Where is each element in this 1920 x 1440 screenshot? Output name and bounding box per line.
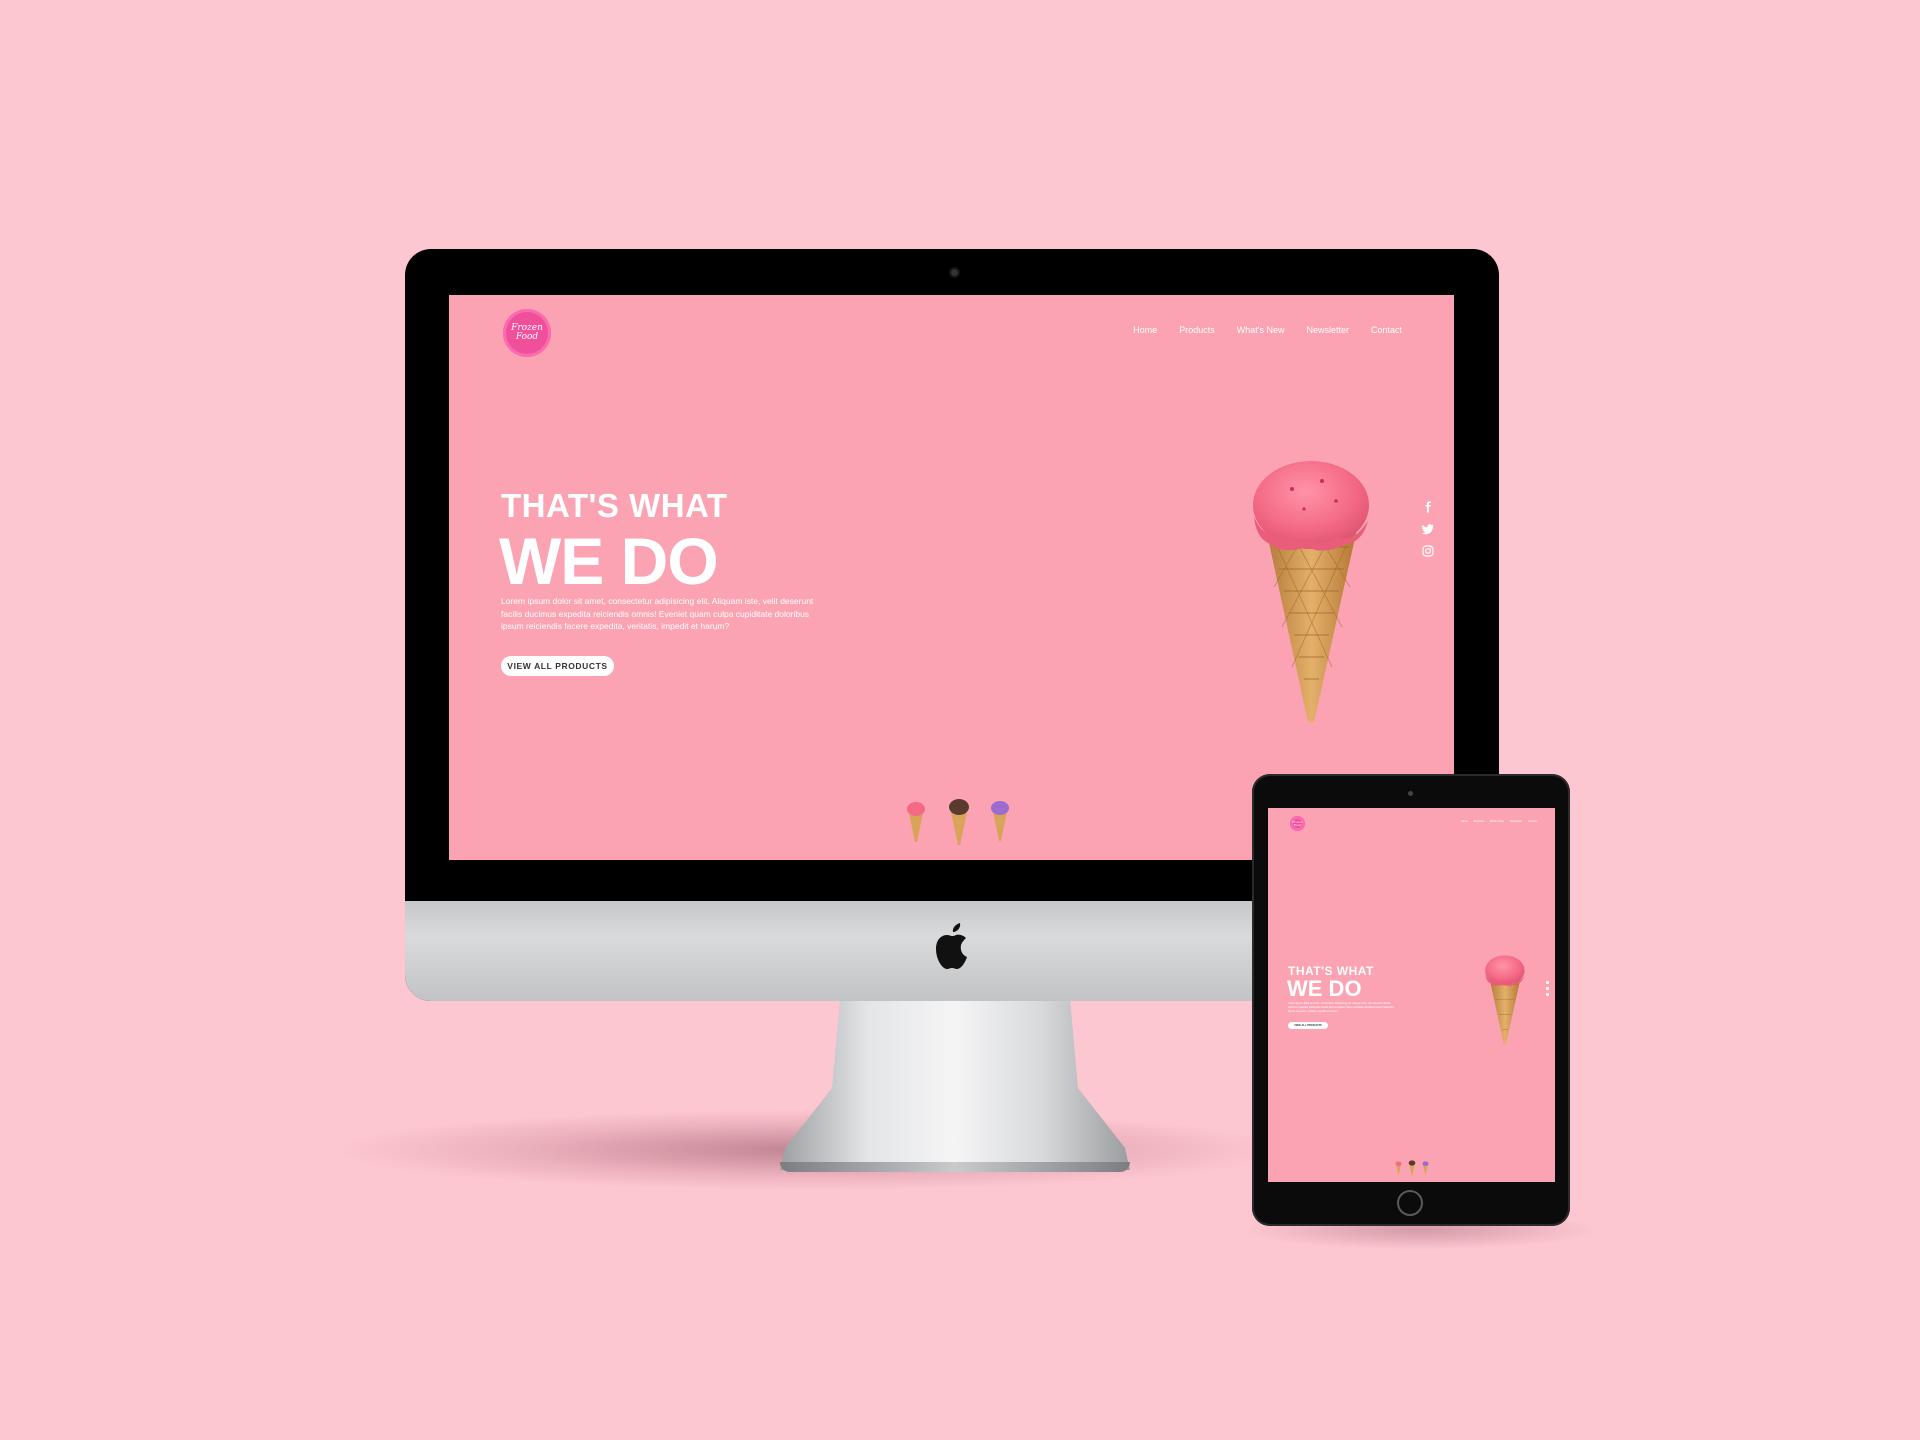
home-button-icon[interactable] — [1397, 1190, 1423, 1216]
ipad-camera-icon — [1408, 791, 1413, 796]
imac-stand-base — [780, 1162, 1130, 1172]
headline-large: WE DO — [499, 524, 719, 598]
social-links — [1546, 981, 1549, 996]
instagram-icon[interactable] — [1422, 545, 1434, 557]
twitter-icon[interactable] — [1422, 523, 1434, 535]
hero-ice-cream-image — [1485, 955, 1525, 1045]
main-nav: Home Products What's New Newsletter Cont… — [1461, 820, 1537, 823]
nav-whats-new[interactable]: What's New — [1237, 325, 1285, 335]
headline-small: THAT'S WHAT — [501, 487, 728, 524]
thumbnail-chocolate[interactable] — [1408, 1160, 1416, 1176]
nav-products[interactable]: Products — [1179, 325, 1215, 335]
instagram-icon[interactable] — [1546, 993, 1549, 996]
logo-text: Frozen Food — [511, 323, 543, 342]
facebook-icon[interactable] — [1422, 501, 1434, 513]
nav-newsletter[interactable]: Newsletter — [1510, 820, 1522, 823]
nav-home[interactable]: Home — [1461, 820, 1468, 823]
ipad-screen: Frozen Food Home Products What's New New… — [1268, 808, 1555, 1182]
apple-logo-icon — [936, 923, 967, 969]
social-links — [1422, 501, 1434, 557]
twitter-icon[interactable] — [1546, 987, 1549, 990]
nav-contact[interactable]: Contact — [1371, 325, 1402, 335]
view-all-products-button[interactable]: VIEW ALL PRODUCTS — [501, 656, 614, 676]
view-all-products-button[interactable]: VIEW ALL PRODUCTS — [1288, 1022, 1328, 1029]
headline-large: WE DO — [1287, 976, 1362, 1001]
imac-stand — [780, 998, 1130, 1170]
nav-home[interactable]: Home — [1133, 325, 1157, 335]
nav-products[interactable]: Products — [1474, 820, 1484, 823]
logo-text: Frozen Food — [1292, 819, 1303, 827]
thumbnail-blueberry[interactable] — [1422, 1161, 1429, 1175]
hero-description: Lorem ipsum dolor sit amet, consectetur … — [501, 596, 814, 631]
thumbnail-blueberry[interactable] — [990, 800, 1010, 842]
hero-description: Lorem ipsum dolor sit amet, consectetur … — [1288, 1002, 1395, 1013]
hero-ice-cream-image — [1253, 461, 1369, 722]
thumbnail-strawberry[interactable] — [906, 801, 926, 843]
camera-icon — [951, 269, 958, 276]
nav-whats-new[interactable]: What's New — [1490, 820, 1504, 823]
thumbnail-strawberry[interactable] — [1395, 1161, 1402, 1175]
logo[interactable]: Frozen Food — [1290, 816, 1305, 831]
facebook-icon[interactable] — [1546, 981, 1549, 984]
main-nav: Home Products What's New Newsletter Cont… — [1133, 325, 1402, 335]
nav-newsletter[interactable]: Newsletter — [1306, 325, 1349, 335]
thumbnail-chocolate[interactable] — [948, 798, 970, 846]
nav-contact[interactable]: Contact — [1528, 820, 1537, 823]
logo[interactable]: Frozen Food — [503, 309, 551, 357]
